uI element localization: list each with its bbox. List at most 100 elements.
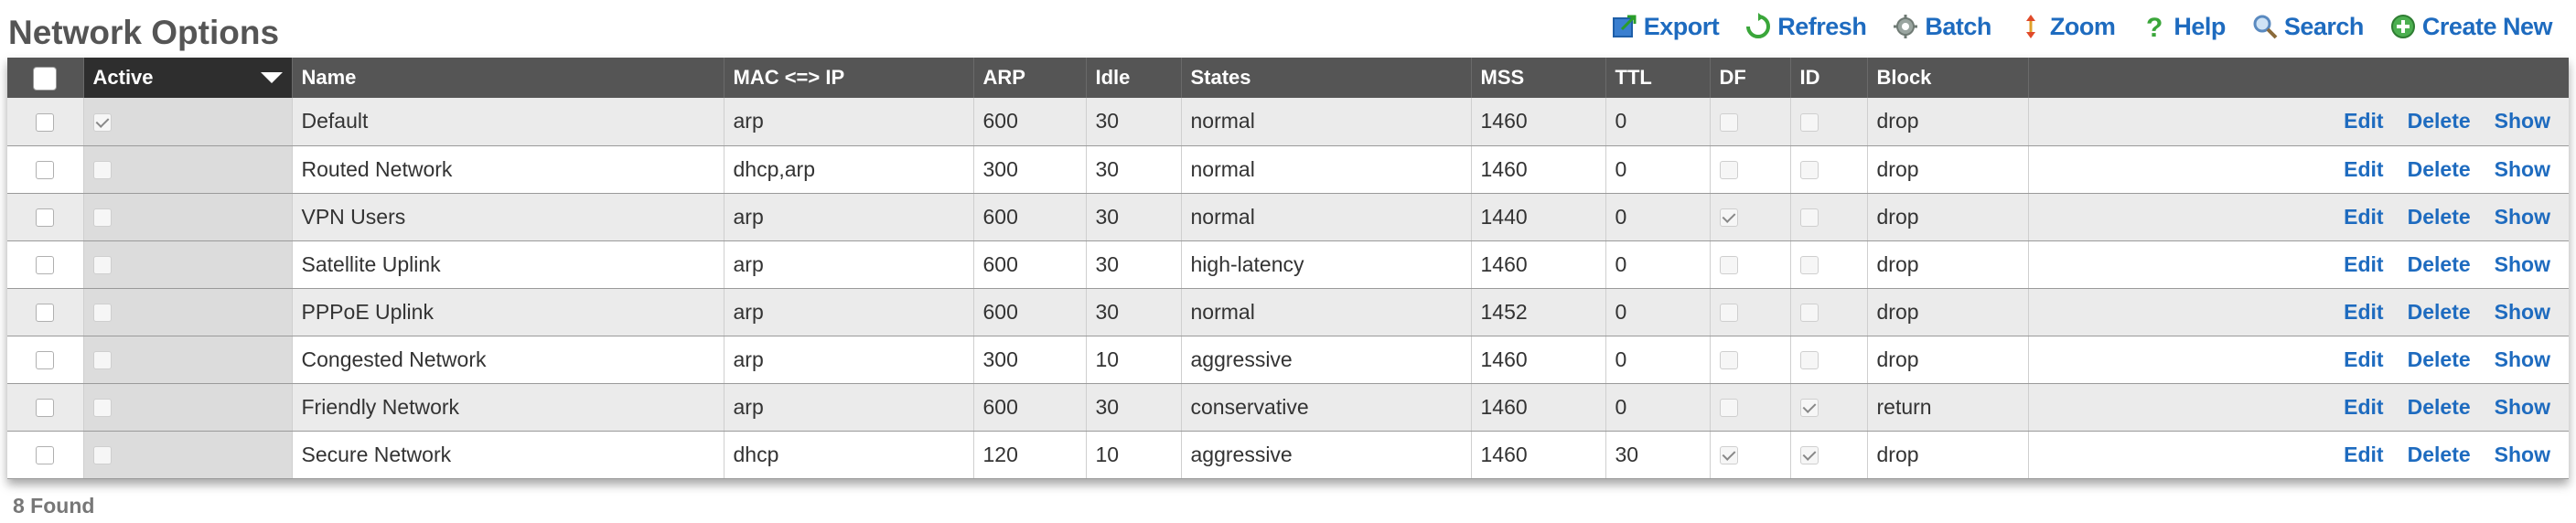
- batch-button[interactable]: Batch: [1892, 13, 1991, 41]
- id-checkbox[interactable]: [1799, 304, 1819, 323]
- edit-link[interactable]: Edit: [2344, 157, 2383, 181]
- active-checkbox[interactable]: [92, 256, 112, 275]
- column-header-name[interactable]: Name: [291, 58, 724, 98]
- column-header-block[interactable]: Block: [1866, 58, 2028, 98]
- column-header-arp[interactable]: ARP: [972, 58, 1086, 98]
- refresh-button[interactable]: Refresh: [1744, 13, 1867, 41]
- column-header-df[interactable]: DF: [1709, 58, 1790, 98]
- column-header-idle[interactable]: Idle: [1085, 58, 1181, 98]
- id-checkbox[interactable]: [1799, 161, 1819, 180]
- delete-link[interactable]: Delete: [2408, 157, 2471, 181]
- id-checkbox[interactable]: [1799, 256, 1819, 275]
- row-select-checkbox[interactable]: [36, 208, 55, 228]
- column-header-states[interactable]: States: [1180, 58, 1471, 98]
- show-link[interactable]: Show: [2495, 109, 2550, 133]
- search-button[interactable]: Search: [2251, 13, 2364, 41]
- show-link[interactable]: Show: [2495, 395, 2550, 419]
- df-checkbox[interactable]: [1719, 446, 1738, 465]
- idle-cell: 30: [1085, 240, 1181, 289]
- id-checkbox[interactable]: [1799, 399, 1819, 418]
- delete-link[interactable]: Delete: [2408, 252, 2471, 276]
- edit-link[interactable]: Edit: [2344, 300, 2383, 324]
- block-cell: drop: [1866, 193, 2028, 241]
- delete-link[interactable]: Delete: [2408, 347, 2471, 371]
- active-checkbox[interactable]: [92, 208, 112, 228]
- active-checkbox[interactable]: [92, 304, 112, 323]
- row-select-checkbox[interactable]: [36, 113, 55, 133]
- df-checkbox[interactable]: [1719, 161, 1738, 180]
- delete-link[interactable]: Delete: [2408, 300, 2471, 324]
- show-link[interactable]: Show: [2495, 252, 2550, 276]
- row-select-checkbox[interactable]: [36, 256, 55, 275]
- name-cell: Friendly Network: [291, 383, 724, 432]
- active-checkbox[interactable]: [92, 113, 112, 133]
- table-row[interactable]: PPPoE Uplink arp 600 30 normal 1452 0 drop Edit D…: [7, 288, 2569, 336]
- show-link[interactable]: Show: [2495, 443, 2550, 466]
- help-label: Help: [2174, 12, 2226, 40]
- df-checkbox[interactable]: [1719, 304, 1738, 323]
- edit-link[interactable]: Edit: [2344, 443, 2383, 466]
- edit-link[interactable]: Edit: [2344, 347, 2383, 371]
- id-checkbox[interactable]: [1799, 446, 1819, 465]
- row-select-checkbox[interactable]: [36, 304, 55, 323]
- id-cell: [1789, 336, 1867, 384]
- column-header-mac-ip[interactable]: MAC <=> IP: [723, 58, 973, 98]
- edit-link[interactable]: Edit: [2344, 205, 2383, 229]
- edit-link[interactable]: Edit: [2344, 109, 2383, 133]
- show-link[interactable]: Show: [2495, 347, 2550, 371]
- sort-down-icon[interactable]: [260, 72, 283, 83]
- row-select-checkbox[interactable]: [36, 446, 55, 465]
- arp-cell: 120: [972, 431, 1086, 479]
- id-checkbox[interactable]: [1799, 351, 1819, 370]
- active-checkbox[interactable]: [92, 351, 112, 370]
- edit-link[interactable]: Edit: [2344, 395, 2383, 419]
- row-select-checkbox[interactable]: [36, 399, 55, 418]
- delete-link[interactable]: Delete: [2408, 109, 2471, 133]
- df-checkbox[interactable]: [1719, 399, 1738, 418]
- table-row[interactable]: Secure Network dhcp 120 10 aggressive 1460 30 d…: [7, 431, 2569, 479]
- select-all-checkbox[interactable]: [33, 66, 58, 91]
- active-checkbox[interactable]: [92, 399, 112, 418]
- column-header-id[interactable]: ID: [1789, 58, 1867, 98]
- row-select-checkbox[interactable]: [36, 351, 55, 370]
- delete-link[interactable]: Delete: [2408, 205, 2471, 229]
- df-checkbox[interactable]: [1719, 208, 1738, 228]
- table-row[interactable]: VPN Users arp 600 30 normal 1440 0 drop Edit Dele…: [7, 193, 2569, 241]
- column-header-ttl[interactable]: TTL: [1605, 58, 1710, 98]
- row-select-cell: [7, 336, 83, 384]
- delete-link[interactable]: Delete: [2408, 443, 2471, 466]
- delete-link[interactable]: Delete: [2408, 395, 2471, 419]
- table-row[interactable]: Routed Network dhcp,arp 300 30 normal 1460 0 dr…: [7, 145, 2569, 194]
- zoom-button[interactable]: Zoom: [2017, 13, 2116, 41]
- edit-link[interactable]: Edit: [2344, 252, 2383, 276]
- show-link[interactable]: Show: [2495, 205, 2550, 229]
- table-row[interactable]: Satellite Uplink arp 600 30 high-latency 1460…: [7, 240, 2569, 289]
- show-link[interactable]: Show: [2495, 157, 2550, 181]
- id-checkbox[interactable]: [1799, 208, 1819, 228]
- create-new-button[interactable]: Create New: [2389, 13, 2553, 41]
- ttl-cell: 0: [1605, 193, 1710, 241]
- id-checkbox[interactable]: [1799, 113, 1819, 133]
- row-select-checkbox[interactable]: [36, 161, 55, 180]
- row-actions: Edit Delete Show: [2027, 288, 2569, 336]
- df-cell: [1709, 336, 1790, 384]
- column-header-mss[interactable]: MSS: [1470, 58, 1605, 98]
- row-actions: Edit Delete Show: [2027, 98, 2569, 146]
- active-checkbox[interactable]: [92, 161, 112, 180]
- table-row[interactable]: Friendly Network arp 600 30 conservative 1460…: [7, 383, 2569, 432]
- table-row[interactable]: Default arp 600 30 normal 1460 0 drop Edit Delete…: [7, 98, 2569, 146]
- export-button[interactable]: Export: [1611, 13, 1720, 41]
- df-checkbox[interactable]: [1719, 113, 1738, 133]
- column-header-actions: [2027, 58, 2569, 98]
- active-checkbox[interactable]: [92, 446, 112, 465]
- df-checkbox[interactable]: [1719, 351, 1738, 370]
- help-button[interactable]: ? Help: [2141, 13, 2226, 41]
- column-header-active[interactable]: Active: [82, 58, 292, 98]
- table-body: Default arp 600 30 normal 1460 0 drop Edit Delete…: [7, 98, 2569, 479]
- df-checkbox[interactable]: [1719, 256, 1738, 275]
- table-row[interactable]: Congested Network arp 300 10 aggressive 1460 0…: [7, 336, 2569, 384]
- show-link[interactable]: Show: [2495, 300, 2550, 324]
- mss-cell: 1460: [1470, 98, 1605, 146]
- df-cell: [1709, 145, 1790, 194]
- states-cell: normal: [1180, 288, 1471, 336]
